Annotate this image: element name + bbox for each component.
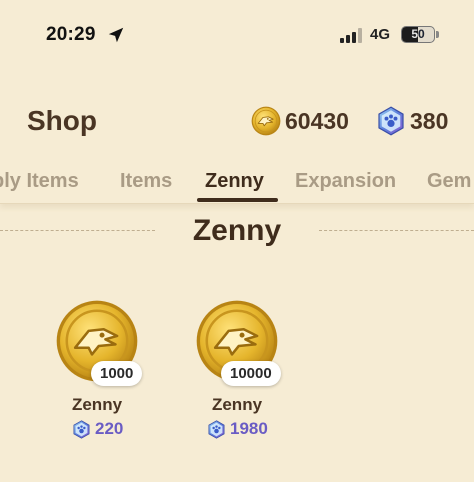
section-header: Zenny [0, 208, 474, 256]
zenny-coin-icon [251, 106, 281, 136]
quantity-badge: 1000 [91, 361, 143, 386]
section-title: Zenny [192, 214, 282, 247]
gem-icon [207, 420, 226, 439]
active-tab-indicator [197, 198, 278, 202]
category-tabs: ply Items Items Zenny Expansion Gem [0, 160, 474, 204]
tab-zenny[interactable]: Zenny [205, 170, 264, 193]
price-value: 220 [95, 419, 124, 438]
tab-expansion[interactable]: Expansion [295, 170, 396, 193]
product-name: Zenny [71, 395, 123, 414]
tab-items[interactable]: Items [120, 170, 172, 193]
battery-percent: 50 [411, 27, 425, 41]
gem-icon [72, 420, 91, 439]
section-divider-right [319, 230, 474, 231]
zenny-balance-value: 60430 [285, 107, 349, 134]
battery-icon: 50 [401, 26, 435, 43]
shop-header: Shop 60430 380 [0, 95, 474, 145]
shop-screen: 20:29 4G 50 Shop 60430 380 ply Items Ite… [0, 0, 474, 482]
gem-balance[interactable]: 380 [376, 105, 448, 137]
product-price: 220 [72, 418, 123, 440]
battery-tip [436, 31, 439, 38]
gem-icon [376, 106, 406, 136]
page-title: Shop [27, 105, 97, 136]
product-price: 1980 [207, 418, 268, 440]
location-arrow-icon [108, 27, 124, 43]
zenny-balance[interactable]: 60430 [251, 105, 349, 137]
price-value: 1980 [230, 419, 268, 438]
cellular-signal-icon [340, 28, 362, 43]
network-type: 4G [370, 26, 391, 43]
product-card[interactable]: 10000 Zenny 1980 [167, 296, 307, 446]
status-time: 20:29 [46, 24, 96, 45]
gem-balance-value: 380 [410, 107, 449, 134]
status-bar: 20:29 4G 50 [0, 0, 474, 60]
product-card[interactable]: 1000 Zenny 220 [27, 296, 167, 446]
tab-gems[interactable]: Gem [427, 170, 471, 193]
quantity-badge: 10000 [221, 361, 281, 386]
product-name: Zenny [211, 395, 263, 414]
tab-supply-items[interactable]: ply Items [0, 170, 79, 193]
